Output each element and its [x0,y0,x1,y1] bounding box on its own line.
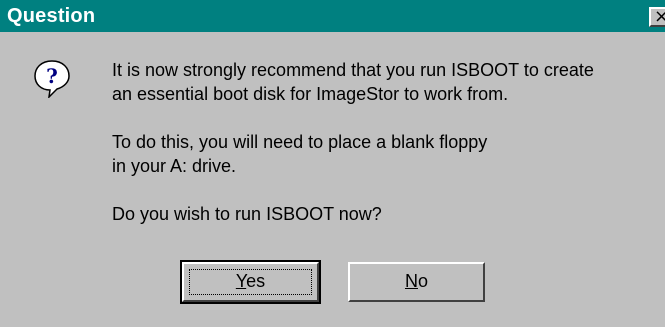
question-icon: ? [34,60,70,98]
close-icon: × [654,6,665,27]
message-paragraph: To do this, you will need to place a bla… [112,132,488,176]
dialog-message: It is now strongly recommend that you ru… [112,58,657,226]
dialog-title: Question [7,5,96,27]
no-button-label: No [404,271,428,291]
message-paragraph: It is now strongly recommend that you ru… [112,60,594,104]
question-dialog: Question × ? It is now strongly recommen… [0,0,665,327]
close-button[interactable]: × [649,7,665,27]
title-bar[interactable]: Question × [0,0,665,32]
no-button[interactable]: No [348,262,485,302]
message-question: Do you wish to run ISBOOT now? [112,204,382,224]
yes-button[interactable]: Yes [180,260,321,304]
yes-button-label: Yes [235,271,266,291]
question-glyph: ? [46,64,58,88]
